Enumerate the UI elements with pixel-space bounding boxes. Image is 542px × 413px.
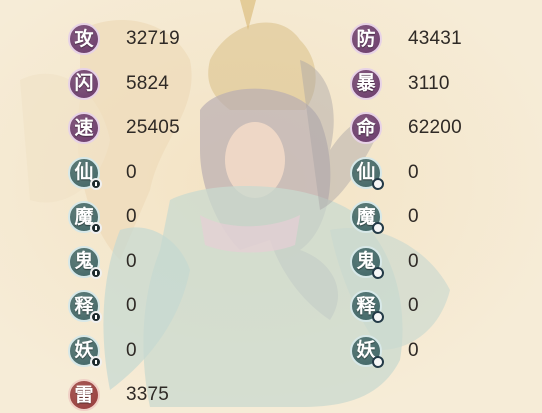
stat-badge[interactable]: 仙 (350, 156, 384, 190)
stat-row: 速 25405 (68, 110, 180, 146)
stat-value: 0 (126, 206, 137, 227)
stat-value: 0 (408, 339, 419, 361)
stat-label: 速 (74, 116, 94, 139)
stat-label: 命 (356, 116, 376, 139)
stat-value: 43431 (408, 28, 462, 49)
stat-badge[interactable]: 雷 (68, 379, 100, 411)
stat-row: 妖0 (350, 333, 419, 369)
stats-panel: 攻 32719 防 43431 闪 5824 暴 3110 速 25405 命 62200 仙 0 仙 0 魔 0… (0, 0, 542, 411)
stat-value: 62200 (408, 117, 462, 138)
stat-row: 防 43431 (350, 21, 462, 57)
stat-badge[interactable]: 鬼 (350, 245, 384, 279)
stat-value: 0 (126, 339, 137, 361)
stat-value: 32719 (126, 28, 180, 49)
stat-badge[interactable]: 防 (350, 23, 382, 55)
stat-badge[interactable]: 攻 (68, 23, 100, 55)
stat-row: 释0 (68, 288, 137, 324)
stat-label: 攻 (74, 27, 94, 50)
stat-value: 0 (126, 250, 137, 272)
stat-value: 0 (408, 161, 419, 183)
stat-badge[interactable]: 鬼 (68, 245, 102, 279)
stat-badge[interactable]: 魔 (350, 201, 384, 234)
stat-row: 雷 3375 (68, 377, 169, 413)
stat-value: 0 (126, 161, 137, 183)
stat-label: 闪 (74, 72, 94, 94)
ring-dot-icon (372, 266, 384, 279)
stat-value: 0 (408, 295, 419, 316)
stat-value: 0 (126, 295, 137, 316)
info-dot-icon (90, 266, 102, 279)
stat-badge[interactable]: 命 (350, 112, 382, 144)
stat-row: 魔0 (350, 199, 419, 235)
stat-badge[interactable]: 释 (68, 290, 102, 323)
stat-badge[interactable]: 速 (68, 112, 100, 144)
info-dot-icon (90, 177, 102, 190)
stat-row: 仙0 (350, 155, 419, 191)
stat-badge[interactable]: 释 (350, 290, 384, 323)
stat-row: 妖0 (68, 333, 137, 369)
stat-label: 暴 (356, 72, 376, 94)
stat-row: 魔0 (68, 199, 137, 235)
stat-value: 25405 (126, 117, 180, 138)
stat-badge[interactable]: 暴 (350, 67, 382, 100)
stat-value: 3110 (408, 72, 450, 94)
stat-row: 仙0 (68, 155, 137, 191)
stat-badge[interactable]: 妖 (68, 334, 102, 368)
stat-value: 0 (408, 250, 419, 272)
stat-badge[interactable]: 妖 (350, 334, 384, 368)
stat-badge[interactable]: 魔 (68, 201, 102, 234)
ring-dot-icon (372, 222, 384, 234)
stat-row: 鬼0 (68, 244, 137, 280)
stat-label: 雷 (74, 383, 94, 406)
stat-value: 5824 (126, 72, 170, 94)
stat-badge[interactable]: 闪 (68, 67, 100, 100)
stat-row: 攻 32719 (68, 21, 180, 57)
info-dot-icon (90, 222, 102, 234)
stat-row: 释0 (350, 288, 419, 324)
stat-badge[interactable]: 仙 (68, 156, 102, 190)
stat-row: 闪 5824 (68, 66, 169, 102)
stat-label: 防 (356, 27, 376, 50)
ring-dot-icon (372, 177, 384, 190)
stat-row: 命 62200 (350, 110, 462, 146)
ring-dot-icon (372, 311, 384, 323)
stat-row: 暴 3110 (350, 66, 450, 102)
info-dot-icon (90, 355, 102, 368)
stat-row: 鬼0 (350, 244, 419, 280)
ring-dot-icon (372, 355, 384, 368)
info-dot-icon (90, 311, 102, 323)
stat-value: 0 (408, 206, 419, 227)
stat-value: 3375 (126, 384, 170, 405)
